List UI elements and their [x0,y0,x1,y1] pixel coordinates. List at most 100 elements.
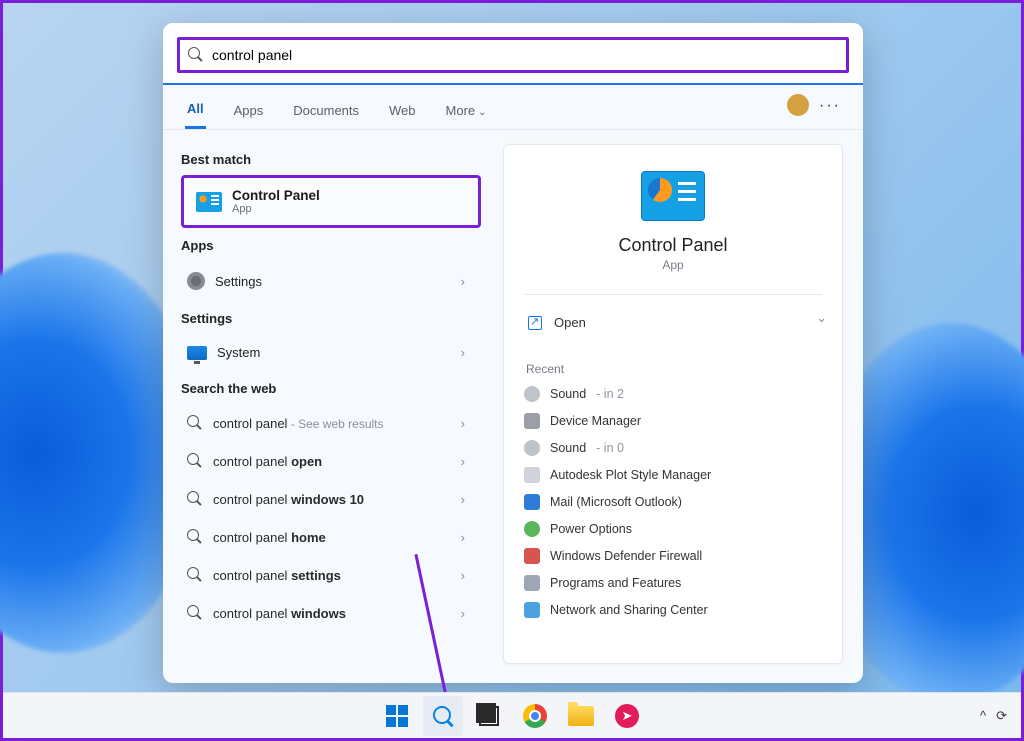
taskbar-app-red[interactable]: ➤ [607,696,647,736]
settings-result-system[interactable]: System › [181,334,471,371]
search-icon [187,453,203,469]
preview-title: Control Panel [524,235,822,256]
recent-item[interactable]: Autodesk Plot Style Manager [524,467,822,483]
tab-documents[interactable]: Documents [291,93,361,128]
web-suggestion[interactable]: control panel home › [181,518,471,556]
chevron-down-icon: ⌄ [478,107,486,118]
recent-item[interactable]: Power Options [524,521,822,537]
search-icon [432,705,454,727]
start-search-window: All Apps Documents Web More⌄ ··· Best ma… [163,23,863,683]
best-match-subtitle: App [232,203,320,215]
tab-more[interactable]: More⌄ [444,93,489,128]
app-icon: ➤ [615,704,639,728]
results-body: Best match Control Panel App Apps Settin… [163,130,863,683]
task-view-button[interactable] [469,696,509,736]
system-tray[interactable]: ^ ⟳ [980,708,1007,724]
open-icon [528,316,542,330]
apps-result-settings[interactable]: Settings › [181,261,471,301]
divider [524,294,822,295]
folder-icon [568,706,594,726]
chevron-right-icon: › [461,568,465,583]
power-icon [524,521,540,537]
chevron-right-icon: › [461,345,465,360]
task-view-icon [479,706,499,726]
network-icon [524,602,540,618]
tab-all[interactable]: All [185,91,206,129]
recent-item[interactable]: Programs and Features [524,575,822,591]
search-icon [187,567,203,583]
chrome-icon [523,704,547,728]
sound-icon [524,386,540,402]
programs-icon [524,575,540,591]
settings-result-label: System [217,345,260,360]
recent-item[interactable]: Device Manager [524,413,822,429]
recent-item[interactable]: Sound - in 2 [524,386,822,402]
search-icon [188,47,204,63]
web-suggestion-text: control panel - See web results [213,416,384,431]
recent-item[interactable]: Sound - in 0 [524,440,822,456]
chevron-right-icon: › [461,492,465,507]
web-suggestion-text: control panel open [213,454,322,469]
best-match-title: Control Panel [232,188,320,203]
taskbar-file-explorer[interactable] [561,696,601,736]
search-icon [187,605,203,621]
web-suggestion-text: control panel windows 10 [213,492,364,507]
firewall-icon [524,548,540,564]
web-suggestion[interactable]: control panel open › [181,442,471,480]
onedrive-sync-icon[interactable]: ⟳ [996,708,1007,724]
web-suggestion-text: control panel settings [213,568,341,583]
tab-web[interactable]: Web [387,93,418,128]
open-label: Open [554,315,586,330]
taskbar: ➤ ^ ⟳ [3,692,1021,738]
preview-subtitle: App [524,258,822,272]
control-panel-icon-large [641,171,705,221]
preview-card: Control Panel App Open ⌄ Recent Sound - … [503,144,843,664]
best-match-heading: Best match [181,152,483,167]
expand-actions-button[interactable]: ⌄ [816,310,827,326]
apps-heading: Apps [181,238,483,253]
web-suggestion[interactable]: control panel - See web results › [181,404,471,442]
mail-icon [524,494,540,510]
taskbar-search-button[interactable] [423,696,463,736]
gear-icon [187,272,205,290]
settings-heading: Settings [181,311,483,326]
filter-tabs: All Apps Documents Web More⌄ ··· [163,85,863,130]
web-suggestion[interactable]: control panel settings › [181,556,471,594]
chevron-right-icon: › [461,454,465,469]
search-icon [187,491,203,507]
user-avatar[interactable] [787,94,809,116]
open-action[interactable]: Open [524,307,822,338]
search-icon [187,529,203,545]
search-bar-container [163,23,863,85]
search-web-heading: Search the web [181,381,483,396]
search-icon [187,415,203,431]
web-suggestion[interactable]: control panel windows 10 › [181,480,471,518]
windows-logo-icon [386,705,408,727]
autodesk-icon [524,467,540,483]
taskbar-chrome[interactable] [515,696,555,736]
monitor-icon [187,346,207,360]
chevron-right-icon: › [461,606,465,621]
search-input[interactable] [212,47,838,63]
chevron-right-icon: › [461,416,465,431]
device-manager-icon [524,413,540,429]
start-button[interactable] [377,696,417,736]
recent-heading: Recent [526,362,822,376]
results-left-column: Best match Control Panel App Apps Settin… [163,130,483,683]
preview-pane: Control Panel App Open ⌄ Recent Sound - … [483,130,863,683]
recent-item[interactable]: Network and Sharing Center [524,602,822,618]
recent-item[interactable]: Windows Defender Firewall [524,548,822,564]
search-bar[interactable] [177,37,849,73]
control-panel-icon [196,192,222,212]
tray-overflow-icon[interactable]: ^ [980,708,986,723]
best-match-result[interactable]: Control Panel App [181,175,481,228]
recent-item[interactable]: Mail (Microsoft Outlook) [524,494,822,510]
tab-apps[interactable]: Apps [232,93,266,128]
sound-icon [524,440,540,456]
chevron-right-icon: › [461,274,465,289]
web-suggestion-text: control panel home [213,530,326,545]
more-options-button[interactable]: ··· [819,97,841,115]
web-suggestion-text: control panel windows [213,606,346,621]
apps-result-label: Settings [215,274,262,289]
chevron-right-icon: › [461,530,465,545]
